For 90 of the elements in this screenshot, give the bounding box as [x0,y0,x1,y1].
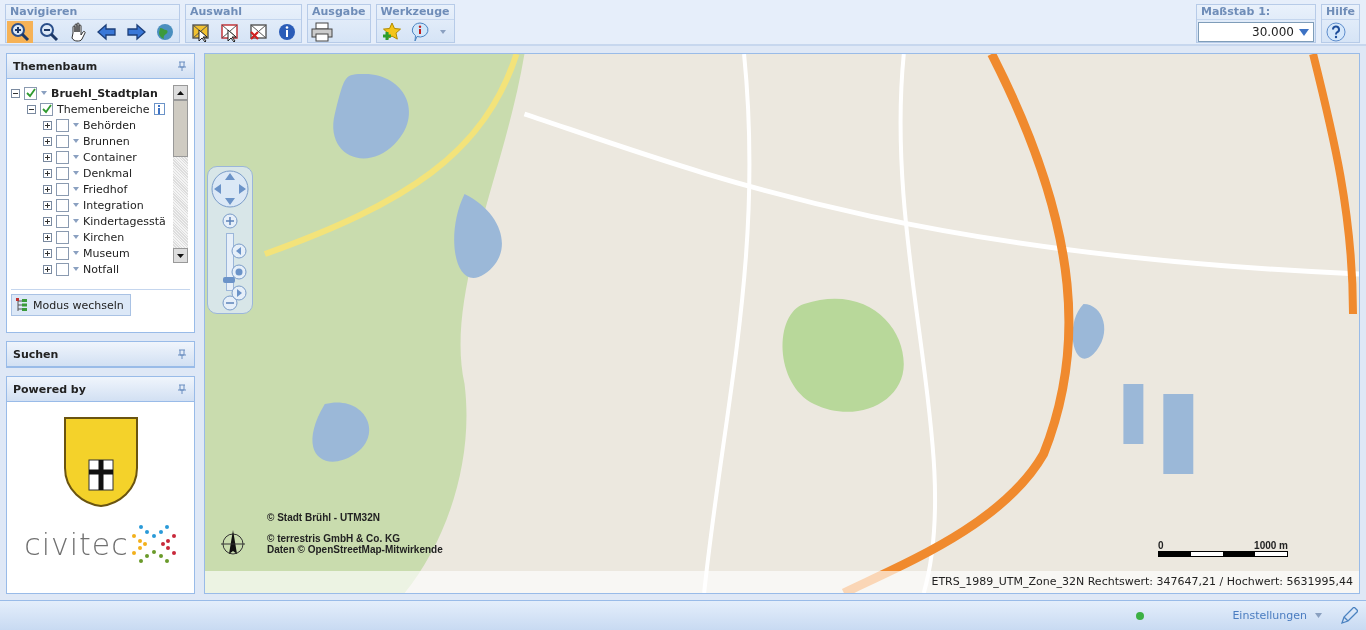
checkbox[interactable] [56,214,69,228]
expander-icon[interactable] [11,88,20,98]
group-title: Ausgabe [308,5,370,20]
coat-of-arms-icon [62,416,139,508]
tree-item[interactable]: Themenbereiche [57,102,150,116]
mode-switch-button[interactable]: Modus wechseln [11,294,131,316]
tree-item[interactable]: Brunnen [83,134,130,148]
group-title: Navigieren [6,5,179,20]
pin-icon[interactable] [178,61,186,71]
pencil-icon[interactable] [1340,606,1358,625]
caret-icon[interactable] [73,251,79,255]
tree-item[interactable]: Kindertagesstä [83,214,166,228]
checkbox[interactable] [56,230,69,244]
caret-icon[interactable] [73,155,79,159]
print-button[interactable] [309,21,335,43]
zoom-in-icon[interactable] [222,213,238,229]
checkbox[interactable] [56,118,69,132]
caret-icon[interactable] [73,123,79,127]
zoom-out-icon[interactable] [222,295,238,311]
tree-item[interactable]: Kirchen [83,230,125,244]
caret-icon[interactable] [73,187,79,191]
copyright-text: Daten © OpenStreetMap-Mitwirkende [267,544,443,555]
scale-label: 1000 m [1254,540,1288,551]
checkbox[interactable] [56,150,69,164]
tree-item[interactable]: Museum [83,246,130,260]
help-button[interactable] [1323,21,1349,43]
caret-icon[interactable] [73,219,79,223]
copyright-text: © Stadt Brühl - UTM32N [267,512,381,523]
pin-icon[interactable] [178,349,186,359]
coordinates-text: ETRS_1989_UTM_Zone_32N Rechtswert: 347647,21 / Hochwert: 5631995,44 [205,571,1359,593]
expander-icon[interactable] [43,216,52,226]
caret-icon[interactable] [438,29,447,35]
tree-item[interactable]: Friedhof [83,182,128,196]
tree-item[interactable]: Integration [83,198,144,212]
caret-icon[interactable] [73,235,79,239]
caret-icon[interactable] [73,171,79,175]
back-icon[interactable] [231,243,247,259]
forward-icon[interactable] [231,285,247,301]
pan-control-icon[interactable] [210,169,250,209]
expander-icon[interactable] [43,120,52,130]
caret-icon[interactable] [73,203,79,207]
panel-title: Themenbaum [13,59,98,73]
group-title: Werkzeuge [376,5,454,20]
checkbox[interactable] [56,166,69,180]
checkbox[interactable] [56,134,69,148]
expander-icon[interactable] [43,200,52,210]
expander-icon[interactable] [43,152,52,162]
panel-title: Powered by [13,382,86,396]
dropdown-arrow-icon [1299,28,1309,36]
expander-icon[interactable] [43,232,52,242]
tree-icon [16,298,28,312]
search-panel[interactable]: Suchen [7,342,194,367]
pin-icon[interactable] [178,384,186,394]
checkbox[interactable] [56,246,69,260]
caret-icon[interactable] [73,267,79,271]
zoom-in-button[interactable] [7,21,33,43]
group-title: Hilfe [1322,5,1359,20]
expander-icon[interactable] [43,168,52,178]
cross-dots-icon [130,524,177,564]
tree-item[interactable]: Behörden [83,118,137,132]
expander-icon[interactable] [43,136,52,146]
info-icon[interactable] [153,103,165,115]
scale-label: 0 [1158,540,1164,551]
tree-item[interactable]: Notfall [83,262,119,276]
tree-item[interactable]: Bruehl_Stadtplan [51,86,158,100]
group-title: Auswahl [186,5,301,20]
copyright-text: © terrestris GmbH & Co. KG [267,533,401,544]
tree-item[interactable]: Container [83,150,137,164]
slider-thumb[interactable] [223,276,235,283]
scale-dropdown[interactable]: 30.000 [1198,22,1314,42]
panel-title: Suchen [13,347,59,361]
checkbox[interactable] [24,86,37,100]
caret-icon [1315,613,1322,618]
tree-item[interactable]: Denkmal [83,166,133,180]
checkbox[interactable] [56,182,69,196]
map-drawing[interactable] [205,54,1359,593]
expander-icon[interactable] [27,104,36,114]
caret-icon[interactable] [73,139,79,143]
checkbox[interactable] [40,102,53,116]
scrollbar[interactable] [173,85,188,263]
expander-icon[interactable] [43,248,52,258]
expander-icon[interactable] [43,184,52,194]
logo-text: civitec [24,526,129,562]
checkbox[interactable] [56,262,69,276]
expander-icon[interactable] [43,264,52,274]
group-title: Maßstab 1: [1197,5,1315,20]
scroll-up-icon[interactable] [177,90,184,95]
scroll-down-icon[interactable] [177,253,184,258]
caret-icon[interactable] [41,91,47,95]
checkbox[interactable] [56,198,69,212]
